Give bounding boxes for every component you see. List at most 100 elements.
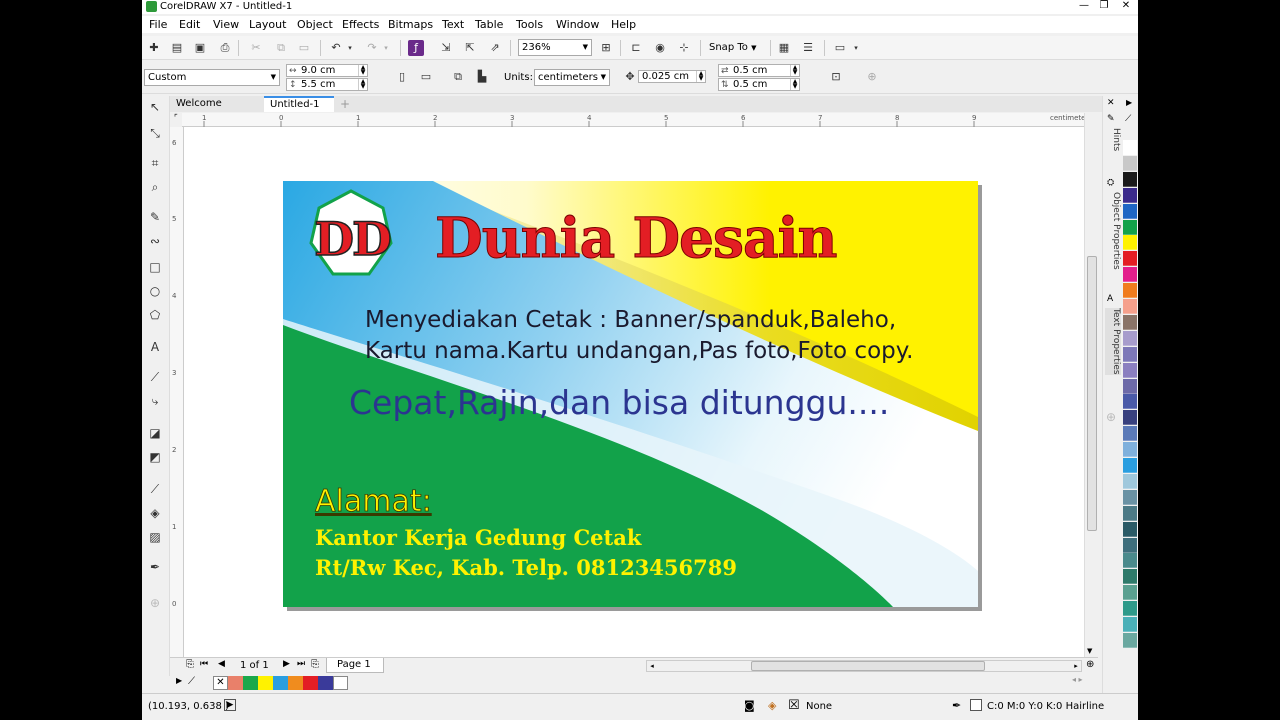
crop-tool-icon[interactable]: ⌗ xyxy=(146,154,164,172)
last-page-icon[interactable]: ⏭ xyxy=(297,659,305,669)
color-swatch[interactable] xyxy=(1123,473,1137,489)
color-swatch[interactable] xyxy=(1123,235,1137,251)
zoom-level-select[interactable]: 236% ▼ xyxy=(518,39,592,56)
paste-icon[interactable]: ▭ xyxy=(296,40,312,56)
tab-hints[interactable]: Hints xyxy=(1105,128,1121,151)
color-swatch[interactable] xyxy=(1123,601,1137,617)
color-swatch[interactable] xyxy=(243,676,258,690)
close-docker-icon[interactable]: ✕ xyxy=(1107,98,1115,108)
treat-as-filled-icon[interactable]: ⊡ xyxy=(828,69,844,85)
next-page-icon[interactable]: ▶ xyxy=(283,659,290,669)
color-swatch[interactable] xyxy=(1123,410,1137,426)
menu-bitmaps[interactable]: Bitmaps xyxy=(388,18,433,31)
units-select[interactable]: centimeters ▼ xyxy=(534,69,610,86)
color-swatch[interactable] xyxy=(1123,632,1137,648)
minimize-button[interactable]: — xyxy=(1074,0,1094,14)
stepper-arrows[interactable]: ▲ ▼ xyxy=(358,79,367,90)
color-swatch[interactable] xyxy=(1123,442,1137,458)
color-swatch[interactable] xyxy=(1123,140,1137,155)
color-swatch[interactable] xyxy=(303,676,318,690)
scroll-right-icon[interactable]: ▸ xyxy=(1071,661,1081,671)
add-page-icon[interactable]: ⎘ xyxy=(311,659,319,670)
tab-welcome-screen[interactable]: Welcome Screen xyxy=(170,96,264,125)
stepper-arrows[interactable]: ▲ ▼ xyxy=(696,71,705,82)
application-launcher-icon[interactable]: ☰ xyxy=(800,40,816,56)
no-color-swatch[interactable]: ✕ xyxy=(213,676,228,690)
eyedropper-icon[interactable]: ⟋ xyxy=(188,676,195,687)
color-swatch[interactable] xyxy=(1123,171,1137,187)
color-swatch[interactable] xyxy=(1123,187,1137,203)
menu-layout[interactable]: Layout xyxy=(249,18,286,31)
vertical-scrollbar[interactable]: ▼ xyxy=(1084,113,1098,657)
eyedropper-icon[interactable]: ⟋ xyxy=(146,480,164,498)
all-pages-icon[interactable]: ⧉ xyxy=(450,69,466,85)
new-tab-icon[interactable]: + xyxy=(334,96,356,112)
nudge-distance-field[interactable]: 0.025 cm ▲ ▼ xyxy=(638,70,706,83)
menu-edit[interactable]: Edit xyxy=(179,18,200,31)
previous-page-icon[interactable]: ◀ xyxy=(218,659,225,669)
page-size-preset-select[interactable]: Custom ▼ xyxy=(144,69,280,86)
color-swatch[interactable] xyxy=(1123,203,1137,219)
full-screen-icon[interactable]: ⊞ xyxy=(598,40,614,56)
page-tab[interactable]: Page 1 xyxy=(326,658,384,673)
color-swatch[interactable] xyxy=(1123,346,1137,362)
tab-untitled-1[interactable]: Untitled-1 xyxy=(264,96,334,112)
color-swatch[interactable] xyxy=(1123,458,1137,473)
menu-help[interactable]: Help xyxy=(611,18,636,31)
outline-pen-icon[interactable]: ✒ xyxy=(146,558,164,576)
snap-to-dropdown[interactable]: Snap To ▼ xyxy=(709,41,756,55)
open-icon[interactable]: ▤ xyxy=(169,40,185,56)
welcome-screen-icon[interactable]: ▭ xyxy=(832,40,848,56)
ellipse-tool-icon[interactable]: ○ xyxy=(146,282,164,300)
chevron-down-icon[interactable]: ▾ xyxy=(848,40,864,56)
color-swatch[interactable] xyxy=(1123,362,1137,378)
palette-menu-icon[interactable]: ▶ xyxy=(176,676,182,685)
new-document-icon[interactable]: ✚ xyxy=(146,40,162,56)
color-swatch[interactable] xyxy=(288,676,303,690)
color-swatch[interactable] xyxy=(1123,521,1137,537)
show-grid-icon[interactable]: ◉ xyxy=(652,40,668,56)
drawing-canvas[interactable]: DD Dunia Desain Menyediakan Cetak : Bann… xyxy=(184,127,1098,657)
text-tool-icon[interactable]: A xyxy=(146,338,164,356)
color-swatch[interactable] xyxy=(1123,155,1137,171)
color-swatch[interactable] xyxy=(1123,267,1137,283)
color-swatch[interactable] xyxy=(1123,283,1137,299)
zoom-tool-icon[interactable]: ⌕ xyxy=(146,178,164,196)
portrait-icon[interactable]: ▯ xyxy=(394,69,410,85)
artistic-media-icon[interactable]: ∾ xyxy=(146,232,164,250)
copy-icon[interactable]: ⧉ xyxy=(273,40,289,56)
rectangle-tool-icon[interactable]: □ xyxy=(146,258,164,276)
eyedropper-icon[interactable]: ⟋ xyxy=(1125,114,1131,124)
menu-object[interactable]: Object xyxy=(297,18,333,31)
business-card[interactable]: DD Dunia Desain Menyediakan Cetak : Bann… xyxy=(283,181,978,607)
menu-table[interactable]: Table xyxy=(475,18,503,31)
pick-tool-icon[interactable]: ↖ xyxy=(146,98,164,116)
tab-object-properties[interactable]: Object Properties xyxy=(1105,192,1121,270)
color-swatch[interactable] xyxy=(1123,617,1137,632)
color-swatch[interactable] xyxy=(1123,569,1137,585)
scrollbar-thumb[interactable] xyxy=(1087,256,1097,531)
color-swatch[interactable] xyxy=(1123,219,1137,235)
color-proof-icon[interactable]: ◙ xyxy=(744,699,755,712)
scroll-down-icon[interactable]: ▼ xyxy=(1087,647,1092,655)
zoom-navigator-icon[interactable]: ⊕ xyxy=(1086,659,1094,670)
color-swatch[interactable] xyxy=(1123,378,1137,394)
options-icon[interactable]: ▦ xyxy=(776,40,792,56)
parallel-dimension-icon[interactable]: ⟋ xyxy=(146,368,164,386)
color-swatch[interactable] xyxy=(1123,585,1137,601)
duplicate-distance-y-field[interactable]: ⇅ 0.5 cm ▲ ▼ xyxy=(718,78,800,91)
cut-icon[interactable]: ✂ xyxy=(248,40,264,56)
color-swatch[interactable] xyxy=(1123,299,1137,314)
tab-text-properties[interactable]: Text Properties xyxy=(1105,308,1121,375)
current-page-icon[interactable]: ▙ xyxy=(474,69,490,85)
color-swatch[interactable] xyxy=(1123,394,1137,410)
scrollbar-thumb[interactable] xyxy=(751,661,985,671)
stepper-arrows[interactable]: ▲ ▼ xyxy=(790,79,799,90)
page-height-field[interactable]: ↕ 5.5 cm ▲ ▼ xyxy=(286,78,368,91)
menu-view[interactable]: View xyxy=(213,18,239,31)
export-icon[interactable]: ⇱ xyxy=(462,40,478,56)
show-rulers-icon[interactable]: ⊏ xyxy=(628,40,644,56)
connector-tool-icon[interactable]: ⤷ xyxy=(146,392,164,410)
menu-effects[interactable]: Effects xyxy=(342,18,379,31)
add-docker-icon[interactable]: ⊕ xyxy=(1106,410,1116,424)
